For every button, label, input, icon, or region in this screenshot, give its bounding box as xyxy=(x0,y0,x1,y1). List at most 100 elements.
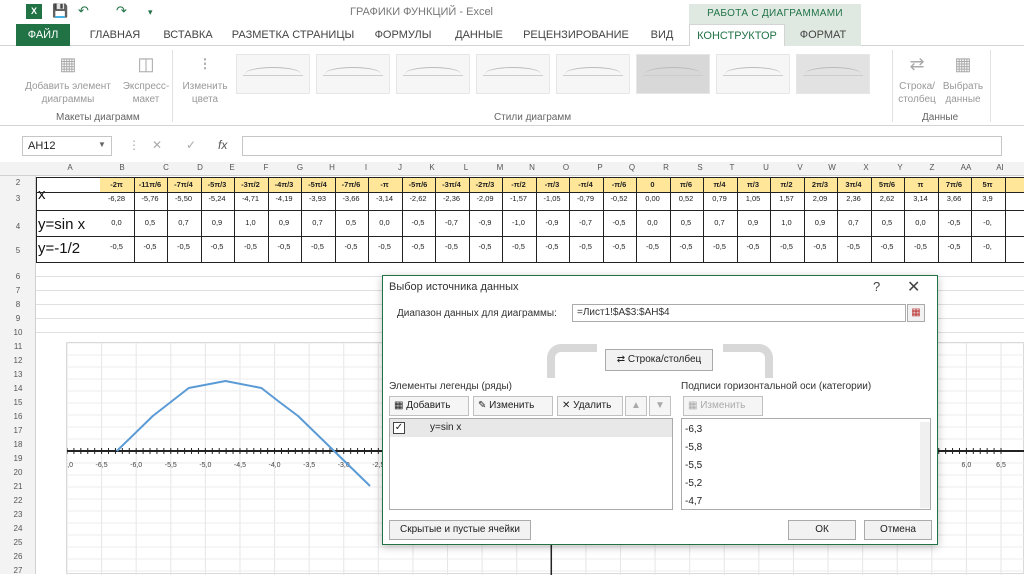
table-cell[interactable]: -π/3 xyxy=(536,180,569,189)
table-cell[interactable]: -2,09 xyxy=(469,194,502,203)
table-cell[interactable]: -0,5 xyxy=(703,242,736,251)
table-cell[interactable]: -0,5 xyxy=(770,242,803,251)
table-cell[interactable]: -0,5 xyxy=(636,242,669,251)
axis-categories-list[interactable]: -6,3 -5,8 -5,5 -5,2 -4,7 xyxy=(681,418,931,510)
table-cell[interactable]: 1,05 xyxy=(737,194,770,203)
table-cell[interactable]: -0,5 xyxy=(837,242,870,251)
series-line[interactable] xyxy=(117,381,370,486)
edit-axis-labels-button[interactable]: ▦ Изменить xyxy=(683,396,763,416)
table-cell[interactable]: 0,7 xyxy=(703,218,736,227)
table-cell[interactable]: -2,62 xyxy=(402,194,435,203)
table-cell[interactable]: -3π/4 xyxy=(435,180,468,189)
table-cell[interactable]: 1,0 xyxy=(234,218,267,227)
cancel-button[interactable]: Отмена xyxy=(864,520,932,540)
table-cell[interactable]: π/3 xyxy=(737,180,770,189)
table-cell[interactable]: 2,09 xyxy=(804,194,837,203)
table-cell[interactable]: 0,7 xyxy=(301,218,334,227)
table-cell[interactable]: -0,5 xyxy=(938,218,971,227)
table-cell[interactable]: -3,14 xyxy=(368,194,401,203)
help-icon[interactable]: ? xyxy=(873,279,880,294)
table-cell[interactable]: -0,5 xyxy=(502,242,535,251)
close-icon[interactable]: ✕ xyxy=(907,277,920,297)
list-item[interactable]: ✓ y=sin x xyxy=(390,419,672,437)
table-cell[interactable]: -0,79 xyxy=(569,194,602,203)
table-cell[interactable]: 2π/3 xyxy=(804,180,837,189)
table-cell[interactable]: -0,5 xyxy=(938,242,971,251)
table-cell[interactable]: 0,00 xyxy=(636,194,669,203)
table-cell[interactable]: 0,5 xyxy=(134,218,167,227)
table-cell[interactable]: π xyxy=(904,180,937,189)
remove-series-button[interactable]: ✕ Удалить xyxy=(557,396,623,416)
table-cell[interactable]: -π/4 xyxy=(569,180,602,189)
table-cell[interactable]: 0,0 xyxy=(100,218,133,227)
table-cell[interactable]: -1,05 xyxy=(536,194,569,203)
table-cell[interactable]: 0,5 xyxy=(335,218,368,227)
table-cell[interactable]: -0,5 xyxy=(804,242,837,251)
table-cell[interactable]: -0,5 xyxy=(603,218,636,227)
table-cell[interactable]: -5,50 xyxy=(167,194,200,203)
table-cell[interactable]: -5π/4 xyxy=(301,180,334,189)
table-cell[interactable]: -0,5 xyxy=(603,242,636,251)
table-cell[interactable]: -0,5 xyxy=(904,242,937,251)
table-cell[interactable]: -3,93 xyxy=(301,194,334,203)
table-cell[interactable]: 0,5 xyxy=(871,218,904,227)
table-cell[interactable]: -0,9 xyxy=(536,218,569,227)
table-cell[interactable]: -6,28 xyxy=(100,194,133,203)
hidden-empty-cells-button[interactable]: Скрытые и пустые ячейки xyxy=(389,520,531,540)
table-cell[interactable]: 0,7 xyxy=(837,218,870,227)
table-cell[interactable]: -0,5 xyxy=(737,242,770,251)
table-cell[interactable]: -0,5 xyxy=(167,242,200,251)
table-cell[interactable]: -1,57 xyxy=(502,194,535,203)
table-cell[interactable]: -0,5 xyxy=(402,242,435,251)
table-cell[interactable]: -2π xyxy=(100,180,133,189)
table-cell[interactable]: π/6 xyxy=(670,180,703,189)
table-cell[interactable]: 5π/6 xyxy=(871,180,904,189)
table-cell[interactable]: -π/2 xyxy=(502,180,535,189)
table-cell[interactable]: 0,9 xyxy=(804,218,837,227)
table-cell[interactable]: -0,5 xyxy=(368,242,401,251)
table-cell[interactable]: 0,0 xyxy=(904,218,937,227)
table-cell[interactable]: -4,19 xyxy=(268,194,301,203)
table-cell[interactable]: 0,9 xyxy=(737,218,770,227)
table-cell[interactable]: -5π/6 xyxy=(402,180,435,189)
table-cell[interactable]: 0,79 xyxy=(703,194,736,203)
table-cell[interactable]: -0, xyxy=(971,218,1004,227)
table-cell[interactable]: -0,5 xyxy=(201,242,234,251)
table-cell[interactable]: π/2 xyxy=(770,180,803,189)
table-cell[interactable]: -0,5 xyxy=(234,242,267,251)
table-cell[interactable]: 0,9 xyxy=(268,218,301,227)
table-cell[interactable]: 7π/6 xyxy=(938,180,971,189)
table-cell[interactable]: 0,0 xyxy=(368,218,401,227)
table-cell[interactable]: 3,66 xyxy=(938,194,971,203)
table-cell[interactable]: -0,5 xyxy=(268,242,301,251)
table-cell[interactable]: 0,7 xyxy=(167,218,200,227)
table-cell[interactable]: -π/6 xyxy=(603,180,636,189)
table-cell[interactable]: 0,9 xyxy=(201,218,234,227)
table-cell[interactable]: 0,5 xyxy=(670,218,703,227)
switch-row-column-dialog-button[interactable]: ⇄ Строка/столбец xyxy=(605,349,713,371)
table-cell[interactable]: -0, xyxy=(971,242,1004,251)
table-cell[interactable]: -0,5 xyxy=(134,242,167,251)
legend-series-list[interactable]: ✓ y=sin x xyxy=(389,418,673,510)
table-cell[interactable]: -0,5 xyxy=(435,242,468,251)
table-cell[interactable]: -7π/4 xyxy=(167,180,200,189)
table-cell[interactable]: π/4 xyxy=(703,180,736,189)
table-cell[interactable]: -2π/3 xyxy=(469,180,502,189)
table-cell[interactable]: -4,71 xyxy=(234,194,267,203)
table-cell[interactable]: -5π/3 xyxy=(201,180,234,189)
move-up-icon[interactable]: ▲ xyxy=(625,396,647,416)
table-cell[interactable]: 0,52 xyxy=(670,194,703,203)
table-cell[interactable]: -0,5 xyxy=(871,242,904,251)
table-cell[interactable]: 3,9 xyxy=(971,194,1004,203)
table-cell[interactable]: -2,36 xyxy=(435,194,468,203)
table-cell[interactable]: -3,66 xyxy=(335,194,368,203)
table-cell[interactable]: 0,0 xyxy=(636,218,669,227)
move-down-icon[interactable]: ▼ xyxy=(649,396,671,416)
table-cell[interactable]: -0,5 xyxy=(301,242,334,251)
table-cell[interactable]: 0 xyxy=(636,180,669,189)
edit-series-button[interactable]: ✎ Изменить xyxy=(473,396,553,416)
scrollbar[interactable] xyxy=(920,422,930,508)
table-cell[interactable]: -0,5 xyxy=(402,218,435,227)
table-cell[interactable]: -0,5 xyxy=(670,242,703,251)
table-cell[interactable]: -0,52 xyxy=(603,194,636,203)
